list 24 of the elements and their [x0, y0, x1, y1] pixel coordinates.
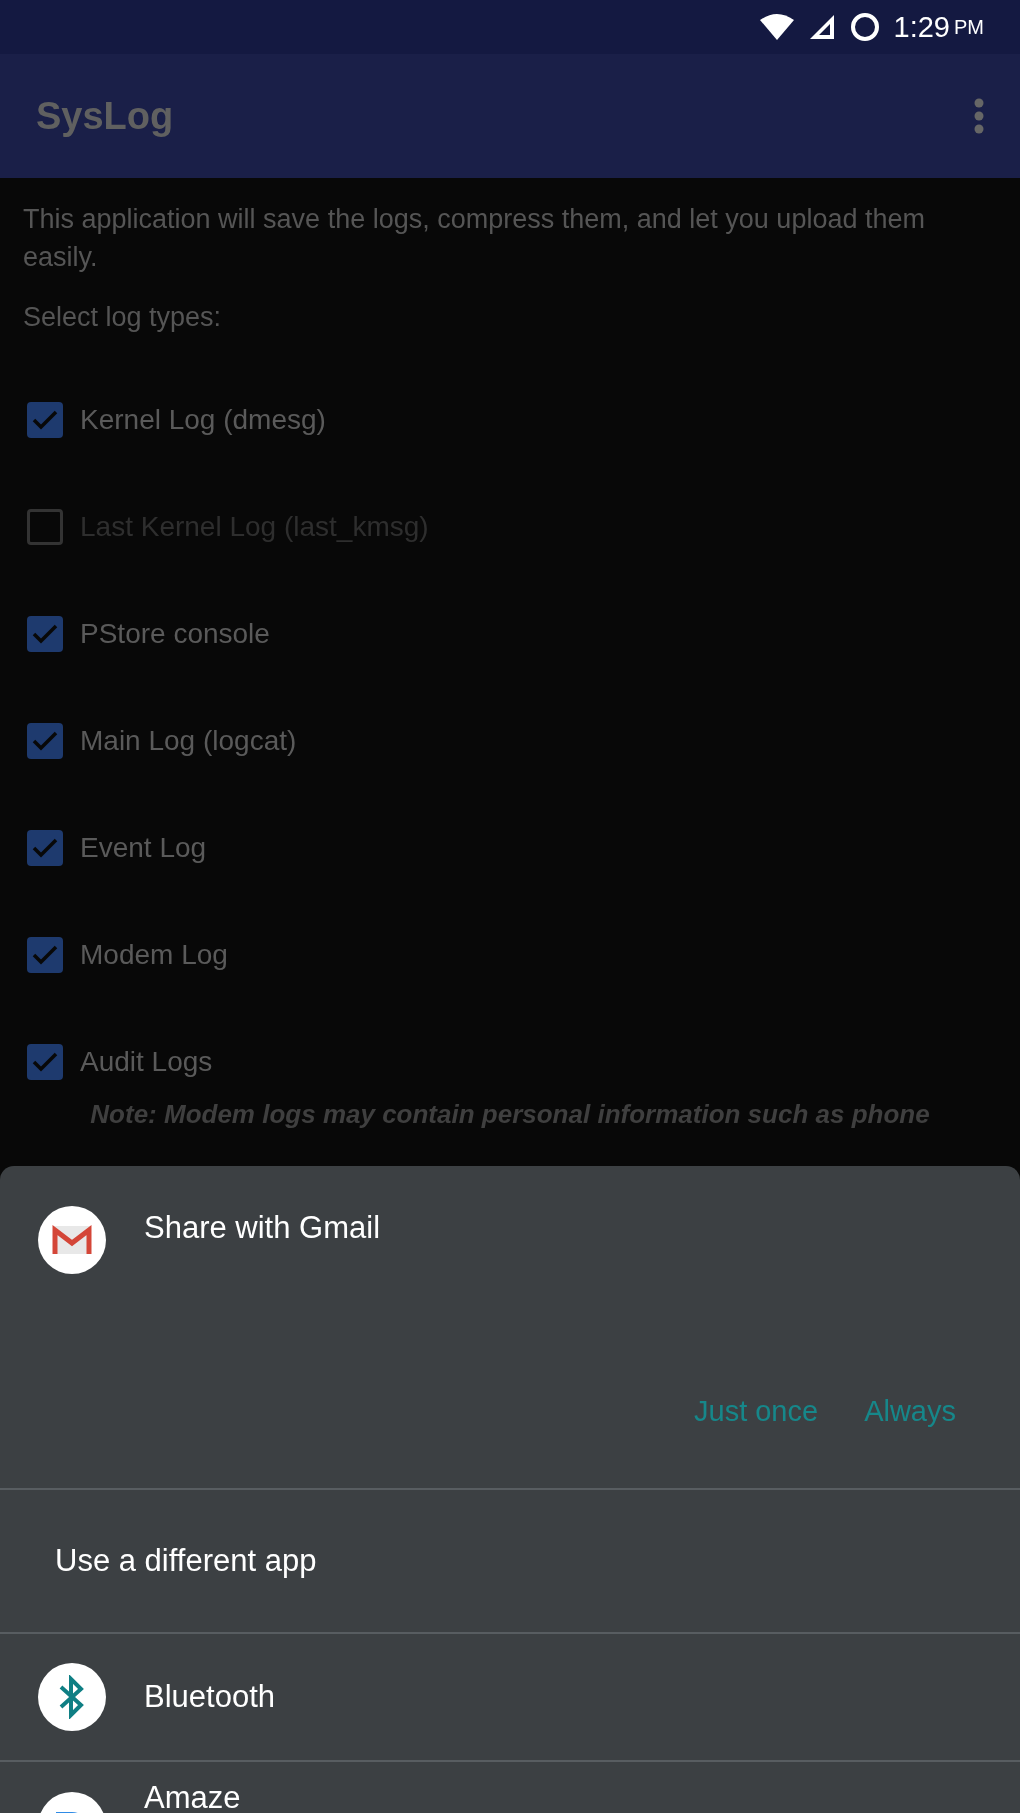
checkbox[interactable]	[27, 722, 63, 759]
checkbox-label: Modem Log	[80, 938, 228, 971]
section-heading: Use a different app	[55, 1543, 317, 1579]
wifi-icon	[759, 14, 794, 40]
section-label: Select log types:	[23, 301, 223, 334]
clock-period: PM	[954, 15, 984, 39]
checkbox-label: Main Log (logcat)	[80, 724, 297, 757]
checkbox-label: Audit Logs	[80, 1045, 213, 1078]
checkbox-label: Kernel Log (dmesg)	[80, 403, 326, 436]
app-title: SysLog	[36, 94, 174, 138]
checkbox[interactable]	[27, 401, 63, 438]
circle-icon	[849, 12, 880, 42]
sheet-title: Share with Gmail	[144, 1210, 381, 1246]
checkbox[interactable]	[27, 936, 63, 973]
more-options-icon[interactable]	[974, 98, 984, 134]
app-name[interactable]: Amaze	[144, 1780, 241, 1813]
checkbox-label: PStore console	[80, 617, 270, 650]
checkbox[interactable]	[27, 1043, 63, 1080]
clock: 1:29	[893, 10, 950, 44]
intro-text: This application will save the logs, compress them, and let you upload them easily.	[23, 203, 926, 274]
checkbox-label: Event Log	[80, 831, 207, 864]
checkbox[interactable]	[27, 615, 63, 652]
checkbox[interactable]	[27, 829, 63, 866]
app-name[interactable]: Bluetooth	[144, 1679, 275, 1715]
